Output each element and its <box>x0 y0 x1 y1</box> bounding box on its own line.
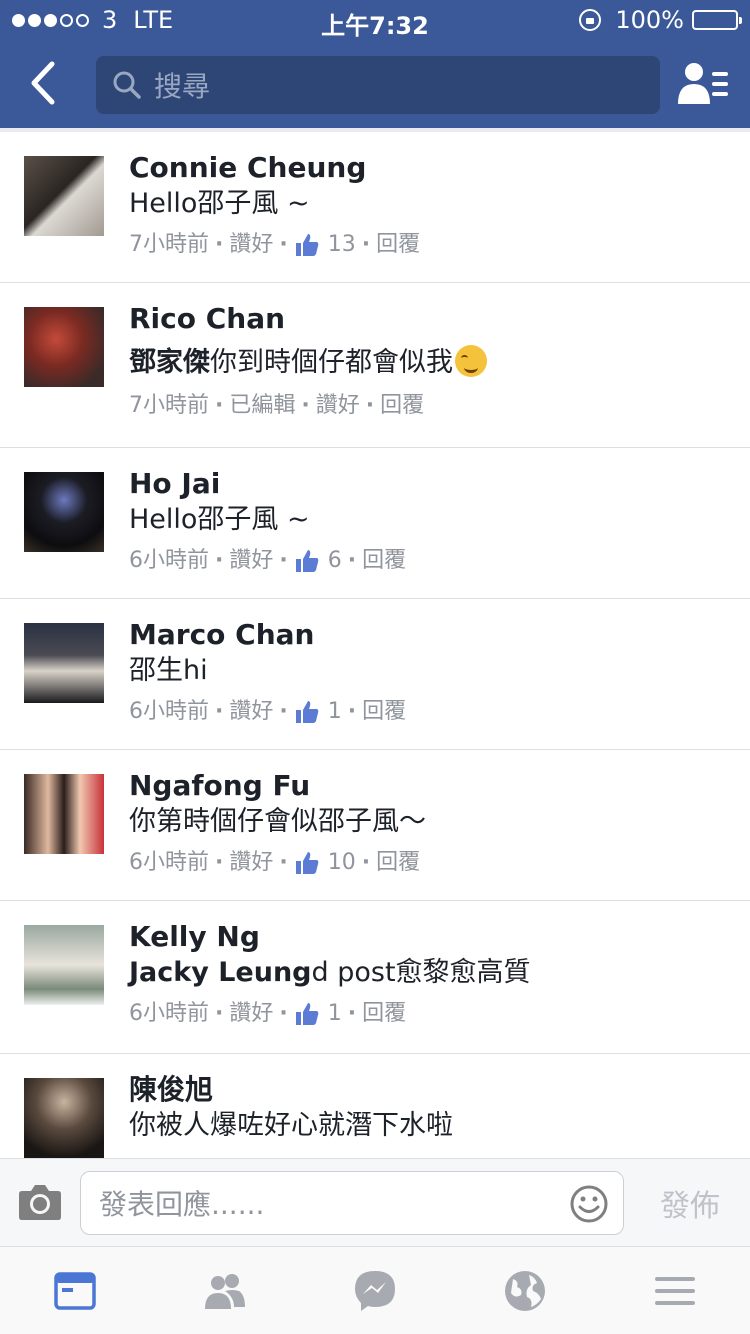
reply-link[interactable]: 回覆 <box>362 544 406 578</box>
comment-meta: 7小時前 · 讚好 · 13 · 回覆 <box>129 228 730 262</box>
avatar[interactable] <box>24 774 104 854</box>
comment-author[interactable]: Ngafong Fu <box>129 768 730 804</box>
comment-time: 6小時前 <box>129 699 209 724</box>
comment-text: 你被人爆咗好心就潛下水啦 <box>129 1110 453 1141</box>
like-link[interactable]: 讚好 <box>229 228 273 262</box>
comment-item: Ngafong Fu 你第時個仔會似邵子風～ 6小時前 · 讚好 · 10 · … <box>0 750 750 901</box>
comment-input-placeholder: 發表回應...... <box>99 1188 265 1221</box>
like-thumb-icon <box>295 550 319 572</box>
comment-author[interactable]: Ho Jai <box>129 466 730 502</box>
comment-meta: 7小時前 · 已編輯 · 讚好 · 回覆 <box>129 389 730 423</box>
friend-requests-icon[interactable] <box>678 60 730 108</box>
avatar[interactable] <box>24 156 104 236</box>
comment-body: Connie Cheung Hello邵子風 ~ 7小時前 · 讚好 · 13 … <box>129 150 730 262</box>
comment-body: Rico Chan 鄧家傑你到時個仔都會似我 7小時前 · 已編輯 · 讚好 ·… <box>129 301 730 423</box>
like-link[interactable]: 讚好 <box>229 695 273 729</box>
like-count: 10 <box>327 850 356 875</box>
search-input[interactable]: 搜尋 <box>96 56 660 114</box>
comment-item: Rico Chan 鄧家傑你到時個仔都會似我 7小時前 · 已編輯 · 讚好 ·… <box>0 283 750 448</box>
reply-link[interactable]: 回覆 <box>362 997 406 1031</box>
like-link[interactable]: 讚好 <box>229 846 273 880</box>
avatar[interactable] <box>24 472 104 552</box>
comment-meta: 6小時前 · 讚好 · 1 · 回覆 <box>129 695 730 729</box>
comment-text: Hello邵子風 ~ <box>129 188 310 219</box>
status-bar: 3 LTE 上午7:32 100% <box>0 0 750 40</box>
comment-author[interactable]: Connie Cheung <box>129 150 730 186</box>
comment-text: 鄧家傑你到時個仔都會似我 <box>129 345 730 381</box>
like-count: 1 <box>327 699 342 724</box>
reply-link[interactable]: 回覆 <box>362 695 406 729</box>
smiley-icon[interactable] <box>569 1184 609 1224</box>
comment-text-body: d post愈黎愈高質 <box>311 957 531 988</box>
comment-item: Connie Cheung Hello邵子風 ~ 7小時前 · 讚好 · 13 … <box>0 132 750 283</box>
comment-composer: 發表回應...... 發佈 <box>0 1158 750 1246</box>
comment-meta: 6小時前 · 讚好 · 6 · 回覆 <box>129 544 730 578</box>
nav-bar: 搜尋 <box>0 40 750 128</box>
like-thumb-icon <box>295 852 319 874</box>
comment-author[interactable]: Marco Chan <box>129 617 730 653</box>
like-count: 13 <box>327 232 356 257</box>
edited-label[interactable]: 已編輯 <box>229 389 295 423</box>
comment-body: Ngafong Fu 你第時個仔會似邵子風～ 6小時前 · 讚好 · 10 · … <box>129 768 730 880</box>
comment-time: 6小時前 <box>129 850 209 875</box>
comment-time: 6小時前 <box>129 548 209 573</box>
avatar[interactable] <box>24 1078 104 1158</box>
comment-body: Marco Chan 邵生hi 6小時前 · 讚好 · 1 · 回覆 <box>129 617 730 729</box>
back-chevron-icon[interactable] <box>22 58 66 108</box>
like-link[interactable]: 讚好 <box>229 997 273 1031</box>
comment-text: 你第時個仔會似邵子風～ <box>129 806 426 837</box>
avatar[interactable] <box>24 623 104 703</box>
menu-icon[interactable] <box>653 1269 697 1313</box>
comment-time: 7小時前 <box>129 393 209 418</box>
comment-text: Jacky Leungd post愈黎愈高質 <box>129 955 730 991</box>
news-feed-icon[interactable] <box>53 1269 97 1313</box>
camera-icon[interactable] <box>18 1181 62 1221</box>
comment-item: Ho Jai Hello邵子風 ~ 6小時前 · 讚好 · 6 · 回覆 <box>0 448 750 599</box>
status-right: 100% <box>579 6 742 34</box>
comment-body: Ho Jai Hello邵子風 ~ 6小時前 · 讚好 · 6 · 回覆 <box>129 466 730 578</box>
post-button[interactable]: 發佈 <box>660 1181 720 1225</box>
comment-body: Kelly Ng Jacky Leungd post愈黎愈高質 6小時前 · 讚… <box>129 919 730 1031</box>
comment-author[interactable]: Kelly Ng <box>129 919 730 955</box>
reply-link[interactable]: 回覆 <box>376 228 420 262</box>
avatar[interactable] <box>24 925 104 1005</box>
notifications-globe-icon[interactable] <box>503 1269 547 1313</box>
battery-percent: 100% <box>615 6 684 34</box>
comment-author[interactable]: Rico Chan <box>129 301 730 337</box>
reply-link[interactable]: 回覆 <box>380 389 424 423</box>
like-link[interactable]: 讚好 <box>316 389 360 423</box>
like-count: 1 <box>327 1001 342 1026</box>
search-placeholder: 搜尋 <box>154 70 211 103</box>
comment-body: 陳俊旭 你被人爆咗好心就潛下水啦 <box>129 1072 730 1144</box>
avatar[interactable] <box>24 307 104 387</box>
comment-time: 7小時前 <box>129 232 209 257</box>
comment-text-body: 你到時個仔都會似我 <box>210 347 453 378</box>
comment-text: Hello邵子風 ~ <box>129 504 310 535</box>
like-thumb-icon <box>295 701 319 723</box>
like-link[interactable]: 讚好 <box>229 544 273 578</box>
comment-text: 邵生hi <box>129 655 208 686</box>
yum-emoji-icon <box>455 345 487 377</box>
comment-item: Marco Chan 邵生hi 6小時前 · 讚好 · 1 · 回覆 <box>0 599 750 750</box>
messenger-icon[interactable] <box>353 1269 397 1313</box>
mention-link[interactable]: 鄧家傑 <box>129 347 210 378</box>
friends-icon[interactable] <box>203 1269 247 1313</box>
comment-input[interactable]: 發表回應...... <box>80 1171 624 1235</box>
battery-icon <box>692 10 742 30</box>
comment-time: 6小時前 <box>129 1001 209 1026</box>
comments-list: Connie Cheung Hello邵子風 ~ 7小時前 · 讚好 · 13 … <box>0 128 750 1158</box>
comment-author[interactable]: 陳俊旭 <box>129 1072 730 1108</box>
like-thumb-icon <box>295 1003 319 1025</box>
tab-bar <box>0 1246 750 1334</box>
like-count: 6 <box>327 548 342 573</box>
comment-item: Kelly Ng Jacky Leungd post愈黎愈高質 6小時前 · 讚… <box>0 901 750 1054</box>
like-thumb-icon <box>295 234 319 256</box>
reply-link[interactable]: 回覆 <box>376 846 420 880</box>
comment-meta: 6小時前 · 讚好 · 10 · 回覆 <box>129 846 730 880</box>
mention-link[interactable]: Jacky Leung <box>129 957 312 988</box>
search-icon <box>113 71 141 99</box>
comment-item: 陳俊旭 你被人爆咗好心就潛下水啦 <box>0 1054 750 1158</box>
comment-meta: 6小時前 · 讚好 · 1 · 回覆 <box>129 997 730 1031</box>
rotation-lock-icon <box>579 9 602 31</box>
